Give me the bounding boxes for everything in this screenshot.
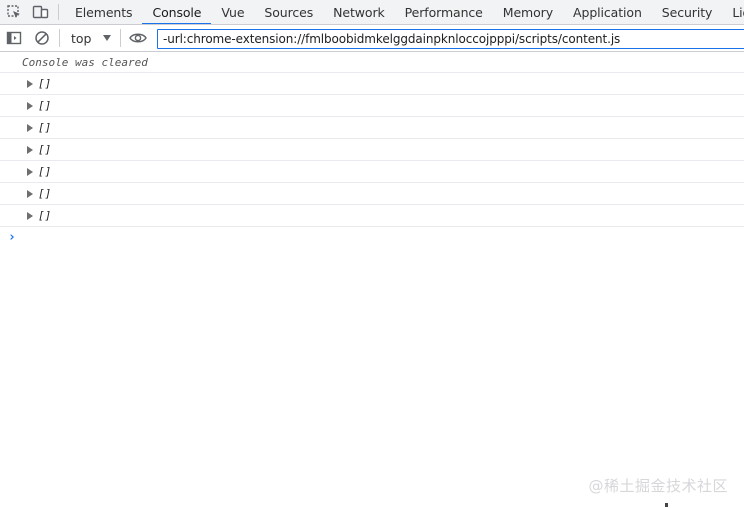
- context-selector[interactable]: top: [63, 25, 117, 51]
- console-log-row[interactable]: []: [0, 117, 744, 139]
- tab-sources[interactable]: Sources: [254, 0, 323, 24]
- console-log-row[interactable]: []: [0, 205, 744, 227]
- console-log-value: []: [38, 121, 52, 134]
- console-log-row[interactable]: []: [0, 73, 744, 95]
- console-log-value: []: [38, 165, 52, 178]
- dropdown-arrow-icon: [103, 35, 112, 41]
- toolbar-separator: [120, 29, 122, 47]
- console-entries: [] [] [] [] [] [] []: [0, 73, 744, 227]
- console-log-row[interactable]: []: [0, 183, 744, 205]
- live-expression-eye-icon[interactable]: [124, 25, 152, 51]
- tab-elements[interactable]: Elements: [65, 0, 142, 24]
- tab-list: Elements Console Vue Sources Network Performa…: [65, 0, 744, 24]
- clear-console-icon[interactable]: [28, 25, 56, 51]
- tab-security[interactable]: Security: [652, 0, 723, 24]
- expand-triangle-icon[interactable]: [27, 123, 33, 132]
- console-log-value: []: [38, 187, 52, 200]
- tab-application[interactable]: Application: [563, 0, 652, 24]
- prompt-chevron-icon: ›: [8, 229, 16, 245]
- tab-lighth[interactable]: Lighth: [722, 0, 744, 24]
- expand-triangle-icon[interactable]: [27, 189, 33, 198]
- console-prompt[interactable]: ›: [0, 227, 744, 247]
- tab-memory[interactable]: Memory: [493, 0, 563, 24]
- device-toolbar-icon[interactable]: [27, 0, 54, 24]
- tab-performance[interactable]: Performance: [395, 0, 493, 24]
- tabbar-separator: [58, 4, 59, 20]
- console-filter-input[interactable]: -url:chrome-extension://fmlboobidmkelggd…: [157, 29, 744, 49]
- console-log-value: []: [38, 143, 52, 156]
- console-log-row[interactable]: []: [0, 139, 744, 161]
- tab-network[interactable]: Network: [323, 0, 395, 24]
- console-log-value: []: [38, 99, 52, 112]
- expand-triangle-icon[interactable]: [27, 211, 33, 220]
- console-log-value: []: [38, 209, 52, 222]
- console-output: Console was cleared [] [] [] [] [] [] [] ›: [0, 53, 744, 247]
- expand-triangle-icon[interactable]: [27, 167, 33, 176]
- expand-triangle-icon[interactable]: [27, 145, 33, 154]
- expand-triangle-icon[interactable]: [27, 79, 33, 88]
- expand-triangle-icon[interactable]: [27, 101, 33, 110]
- devtools-tabbar: Elements Console Vue Sources Network Performa…: [0, 0, 744, 25]
- console-toolbar: top -url:chrome-extension://fmlboobidmke…: [0, 25, 744, 52]
- context-selector-label: top: [71, 30, 92, 46]
- toolbar-separator: [59, 29, 60, 47]
- tab-vue[interactable]: Vue: [211, 0, 254, 24]
- console-cleared-message: Console was cleared: [0, 53, 744, 73]
- console-log-row[interactable]: []: [0, 95, 744, 117]
- sidebar-toggle-icon[interactable]: [0, 25, 28, 51]
- console-log-row[interactable]: []: [0, 161, 744, 183]
- mouse-cursor-icon: [665, 503, 668, 507]
- console-log-value: []: [38, 77, 52, 90]
- inspect-element-icon[interactable]: [0, 0, 27, 24]
- tab-console[interactable]: Console: [142, 0, 212, 24]
- watermark: @稀土掘金技术社区: [588, 477, 728, 495]
